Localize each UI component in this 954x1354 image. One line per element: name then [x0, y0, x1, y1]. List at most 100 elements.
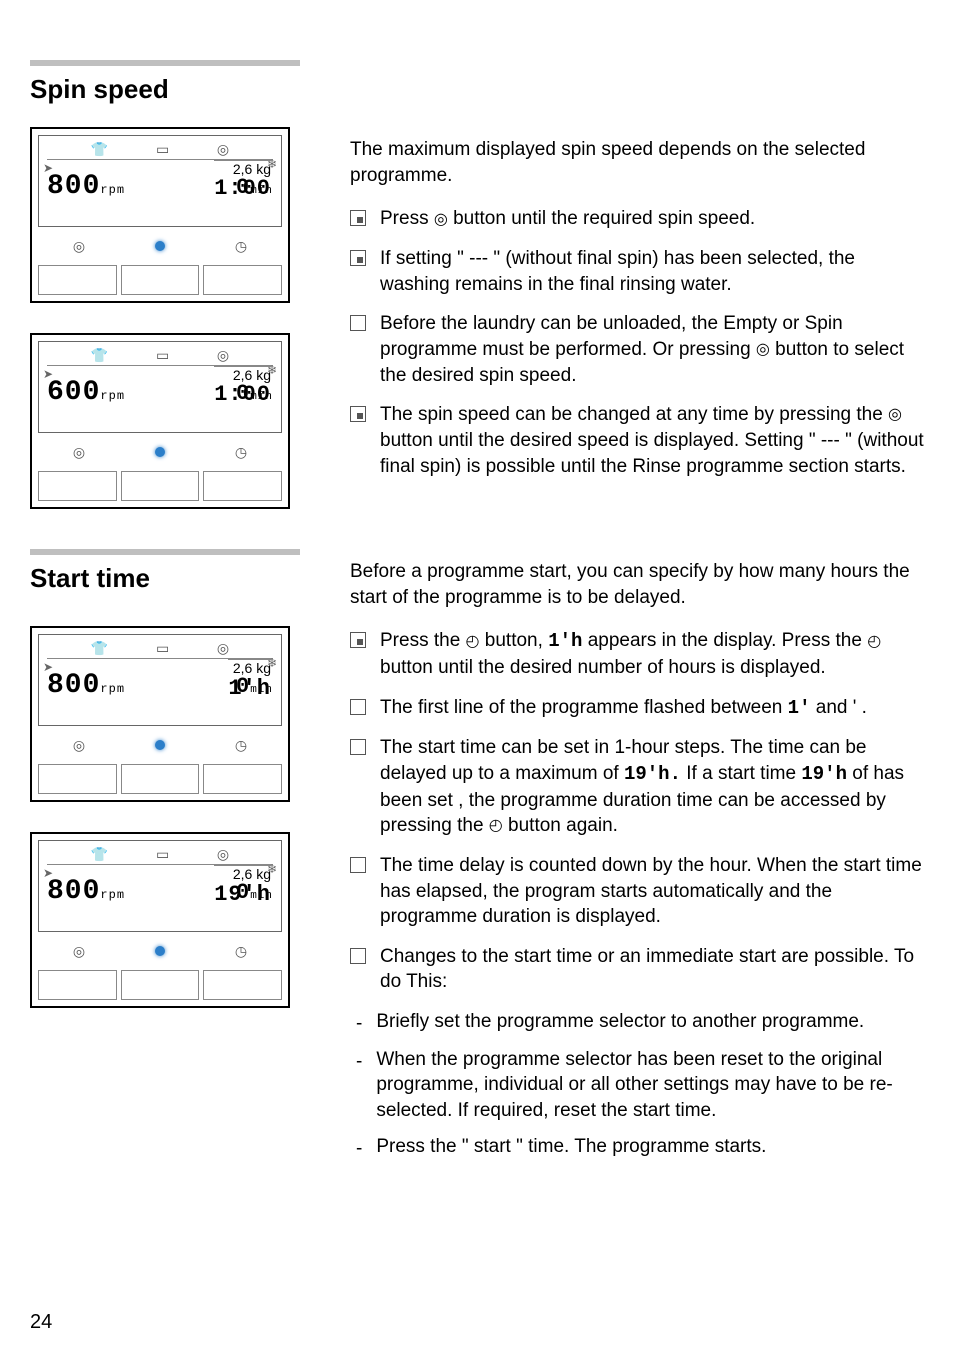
basin-icon: ▭ [156, 845, 169, 864]
text-fragment: If a start time [686, 763, 796, 784]
shirt-icon: 👕 [91, 346, 108, 365]
dash-list-item: - Press the " start " time. The programm… [350, 1134, 924, 1162]
note-bullet-icon [350, 699, 366, 715]
rpm-block: 800rpm [47, 873, 125, 911]
dash-text: Briefly set the programme selector to an… [376, 1009, 864, 1037]
step-bullet-icon [350, 406, 366, 422]
blank-button[interactable] [121, 471, 200, 501]
note-bullet-icon [350, 948, 366, 964]
blank-button[interactable] [38, 970, 117, 1000]
list-item: Before the laundry can be unloaded, the … [350, 311, 924, 388]
text-fragment: Press the [380, 630, 466, 651]
blank-button[interactable] [38, 265, 117, 295]
progress-arrow-icon: ➤ [43, 865, 53, 881]
lcd: ➤ ❄ 👕 ▭ ◎ 2,6 kg 19'h 800rpm 0min [38, 840, 282, 932]
spin-button-icon[interactable]: ◎ [73, 237, 85, 256]
timer-button-icon[interactable]: ◷ [235, 237, 247, 256]
rpm-value: 600 [47, 377, 100, 408]
dash-text: Press the " start " time. The programme … [376, 1134, 766, 1162]
spin-button-icon[interactable]: ◎ [73, 736, 85, 755]
step-bullet-icon [350, 250, 366, 266]
text-fragment: Press [380, 208, 429, 229]
spin-icon: ◎ [217, 845, 229, 864]
start-section: Start time ➤ ❄ 👕 ▭ ◎ 2,6 kg 1'h 800rpm [30, 549, 924, 1171]
timer-button-icon[interactable]: ◷ [235, 736, 247, 755]
item-text: Press the ◴ button, 1'h appears in the d… [380, 628, 924, 680]
text-fragment: button until the desired number of hours… [380, 657, 826, 678]
list-item: Changes to the start time or an immediat… [350, 944, 924, 995]
section-rule [30, 60, 300, 66]
spin-icon: ◎ [888, 404, 902, 426]
rpm-unit: rpm [100, 888, 125, 902]
spin-button-icon[interactable]: ◎ [73, 942, 85, 961]
dash-list-item: - Briefly set the programme selector to … [350, 1009, 924, 1037]
blank-button[interactable] [121, 970, 200, 1000]
blank-button[interactable] [203, 764, 282, 794]
blank-button[interactable] [38, 471, 117, 501]
lcd: ➤ ❄ 👕 ▭ ◎ 2,6 kg 1'h 800rpm 0min [38, 634, 282, 726]
clock-icon: ◴ [466, 631, 480, 653]
button-row: ◎ ◷ [38, 439, 282, 465]
list-item: The time delay is counted down by the ho… [350, 853, 924, 930]
note-bullet-icon [350, 315, 366, 331]
item-text: The first line of the programme flashed … [380, 695, 867, 722]
rpm-value: 800 [47, 876, 100, 907]
item-text: Before the laundry can be unloaded, the … [380, 311, 924, 388]
step-bullet-icon [350, 632, 366, 648]
text-fragment: button until the desired speed is displa… [380, 430, 924, 477]
basin-icon: ▭ [156, 346, 169, 365]
rpm-unit: rpm [100, 183, 125, 197]
spin-right-column: The maximum displayed spin speed depends… [350, 127, 924, 493]
section-rule [30, 549, 300, 555]
button-row: ◎ ◷ [38, 938, 282, 964]
list-item: The first line of the programme flashed … [350, 695, 924, 722]
start-left-column: Start time ➤ ❄ 👕 ▭ ◎ 2,6 kg 1'h 800rpm [30, 549, 310, 1038]
blank-button[interactable] [38, 764, 117, 794]
time-value: 1:00 [214, 383, 271, 407]
item-text: The start time can be set in 1-hour step… [380, 735, 924, 839]
list-item: Press the ◴ button, 1'h appears in the d… [350, 628, 924, 680]
item-text: Changes to the start time or an immediat… [380, 944, 924, 995]
blank-button[interactable] [203, 265, 282, 295]
text-fragment: button until the required spin speed. [453, 208, 755, 229]
spin-intro-text: The maximum displayed spin speed depends… [350, 137, 924, 188]
spin-icon: ◎ [217, 639, 229, 658]
rpm-unit: rpm [100, 389, 125, 403]
rpm-block: 600rpm [47, 374, 125, 412]
list-item: The spin speed can be changed at any tim… [350, 402, 924, 479]
dash-bullet: - [356, 1136, 362, 1162]
blank-button-row [38, 970, 282, 1000]
progress-arrow-icon: ➤ [43, 659, 53, 675]
indicator-led [155, 447, 165, 457]
blank-button-row [38, 764, 282, 794]
indicator-led [155, 946, 165, 956]
rpm-value: 800 [47, 670, 100, 701]
blank-button[interactable] [203, 970, 282, 1000]
basin-icon: ▭ [156, 140, 169, 159]
dash-bullet: - [356, 1049, 362, 1124]
display-panel-start-1: ➤ ❄ 👕 ▭ ◎ 2,6 kg 1'h 800rpm 0min [30, 626, 290, 802]
timer-button-icon[interactable]: ◷ [235, 942, 247, 961]
start-intro-text: Before a programme start, you can specif… [350, 559, 924, 610]
shirt-icon: 👕 [91, 639, 108, 658]
note-bullet-icon [350, 857, 366, 873]
blank-button[interactable] [203, 471, 282, 501]
rpm-value: 800 [47, 171, 100, 202]
blank-button[interactable] [121, 764, 200, 794]
text-fragment: button again. [508, 815, 618, 836]
text-fragment: appears in the display. Press the [588, 630, 868, 651]
dash-bullet: - [356, 1011, 362, 1037]
time-value: 19'h [214, 883, 271, 907]
display-glyph: 19'h [801, 763, 847, 785]
blank-button-row [38, 265, 282, 295]
spin-icon: ◎ [756, 339, 770, 361]
display-glyph: 1'h [548, 630, 582, 652]
shirt-icon: 👕 [91, 845, 108, 864]
time-value: 1:00 [214, 177, 271, 201]
spin-icon: ◎ [217, 346, 229, 365]
display-panel-start-2: ➤ ❄ 👕 ▭ ◎ 2,6 kg 19'h 800rpm 0min [30, 832, 290, 1008]
spin-button-icon[interactable]: ◎ [73, 443, 85, 462]
text-fragment: The spin speed can be changed at any tim… [380, 404, 888, 425]
timer-button-icon[interactable]: ◷ [235, 443, 247, 462]
blank-button[interactable] [121, 265, 200, 295]
